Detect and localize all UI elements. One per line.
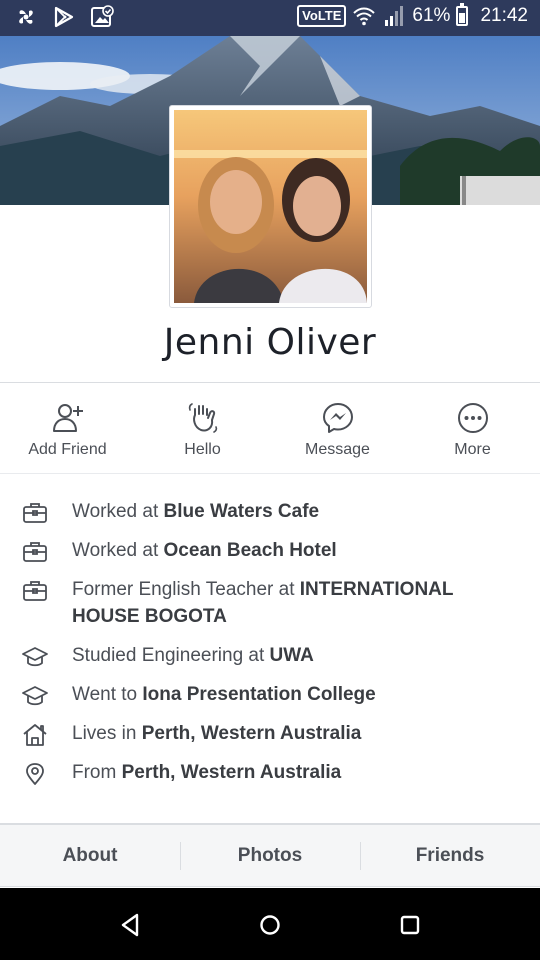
battery-percent: 61%	[412, 5, 451, 26]
wifi-icon	[353, 7, 376, 26]
volte-badge: VoLTE	[297, 5, 347, 27]
play-store-icon	[54, 6, 74, 28]
hometown-prefix: From	[72, 762, 122, 783]
work-item[interactable]: Former English Teacher at INTERNATIONAL …	[0, 576, 540, 630]
add-friend-label: Add Friend	[28, 441, 107, 458]
more-icon	[457, 403, 488, 433]
more-button[interactable]: More	[405, 383, 540, 473]
workplace-link[interactable]: Ocean Beach Hotel	[164, 540, 337, 561]
profile-tabs: About Photos Friends	[0, 823, 540, 887]
tab-photos[interactable]: Photos	[180, 825, 360, 886]
school-link[interactable]: UWA	[270, 645, 314, 666]
home-icon	[23, 724, 47, 746]
work-prefix: Worked at	[72, 501, 164, 522]
work-prefix: Former English Teacher at	[72, 579, 300, 600]
education-item[interactable]: Went to Iona Presentation College	[0, 681, 540, 708]
tab-about[interactable]: About	[0, 825, 180, 886]
message-label: Message	[305, 441, 370, 458]
hometown-item[interactable]: From Perth, Western Australia	[0, 759, 540, 786]
city-link[interactable]: Perth, Western Australia	[142, 723, 362, 744]
add-friend-button[interactable]: Add Friend	[0, 383, 135, 473]
profile-photo[interactable]	[169, 105, 372, 308]
location-pin-icon	[26, 763, 44, 785]
residence-prefix: Lives in	[72, 723, 142, 744]
city-link[interactable]: Perth, Western Australia	[122, 762, 342, 783]
messenger-icon	[322, 403, 353, 433]
divider	[0, 473, 540, 474]
education-prefix: Went to	[72, 684, 143, 705]
home-button-icon[interactable]	[255, 910, 285, 940]
hello-label: Hello	[184, 441, 221, 458]
action-bar: Add Friend Hello Message More	[0, 383, 540, 473]
recents-icon[interactable]	[395, 910, 425, 940]
briefcase-icon	[23, 581, 47, 601]
message-button[interactable]: Message	[270, 383, 405, 473]
navigation-bar	[0, 888, 540, 960]
workplace-link[interactable]: Blue Waters Cafe	[164, 501, 320, 522]
pinwheel-icon	[19, 10, 33, 24]
briefcase-icon	[23, 542, 47, 562]
profile-name: Jenni Oliver	[163, 322, 377, 363]
graduation-cap-icon	[22, 647, 48, 667]
back-icon[interactable]	[115, 910, 145, 940]
wave-hand-icon	[188, 403, 217, 433]
status-bar: VoLTE 61% 21:42	[0, 0, 540, 36]
briefcase-icon	[23, 503, 47, 523]
battery-icon	[456, 3, 469, 26]
graduation-cap-icon	[22, 686, 48, 706]
education-item[interactable]: Studied Engineering at UWA	[0, 642, 540, 669]
school-link[interactable]: Iona Presentation College	[142, 684, 375, 705]
tab-friends[interactable]: Friends	[360, 825, 540, 886]
residence-item[interactable]: Lives in Perth, Western Australia	[0, 720, 540, 747]
education-prefix: Studied Engineering at	[72, 645, 270, 666]
signal-icon	[385, 6, 404, 26]
more-label: More	[454, 441, 491, 458]
intro-list: Worked at Blue Waters Cafe Worked at Oce…	[0, 498, 540, 798]
hello-button[interactable]: Hello	[135, 383, 270, 473]
clock: 21:42	[480, 5, 528, 26]
photo-check-icon	[91, 5, 114, 27]
work-prefix: Worked at	[72, 540, 164, 561]
work-item[interactable]: Worked at Blue Waters Cafe	[0, 498, 540, 525]
add-friend-icon	[52, 404, 83, 432]
work-item[interactable]: Worked at Ocean Beach Hotel	[0, 537, 540, 564]
